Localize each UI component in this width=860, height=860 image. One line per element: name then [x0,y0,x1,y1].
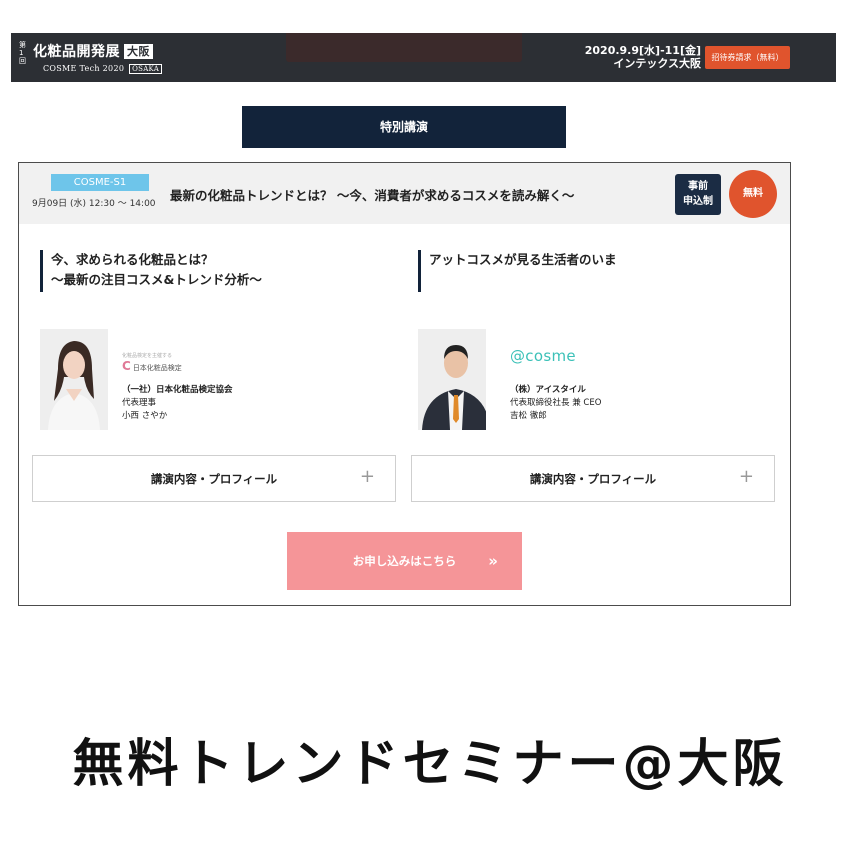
profile-accordion-2[interactable]: 講演内容・プロフィール + [411,455,775,502]
expo-subtitle-name: COSME Tech 2020 [43,64,125,73]
speaker-info-1: （一社）日本化粧品検定協会 代表理事 小西 さやか [122,384,233,423]
speaker-name-2: 吉松 徹郎 [510,411,547,421]
speaker-info-2: （株）アイスタイル 代表取締役社長 兼 CEO 吉松 徹郎 [510,384,601,423]
profile-accordion-2-label: 講演内容・プロフィール [529,472,657,486]
speaker-photo-2-image [418,329,486,430]
talk-title-2-line1: アットコスメが見る生活者のいま [429,252,617,267]
edition-tag: 第1回 [19,41,26,65]
apply-button-label: お申し込みはこちら [352,554,457,568]
speaker-photo-2 [418,329,486,430]
registration-badge-line2: 申込制 [683,196,713,207]
section-title: 特別講演 [242,106,566,148]
org-logo-2: @cosme [510,347,576,365]
org-logo-1-tagline: 化粧品検定を主催する [122,353,173,359]
event-header: 第1回 化粧品開発展 大阪 COSME Tech 2020 OSAKA 2020.… [11,33,836,82]
expo-subtitle-city: OSAKA [129,64,163,74]
speaker-photo-1-image [40,329,108,430]
event-venue: インテックス大阪 [613,57,701,70]
apply-button[interactable]: お申し込みはこちら » [287,532,522,590]
event-date: 2020.9.9[水]-11[金] インテックス大阪 [571,44,701,70]
expo-subtitle: COSME Tech 2020 OSAKA [43,64,163,74]
profile-accordion-1[interactable]: 講演内容・プロフィール + [32,455,396,502]
session-card: COSME-S1 9月09日 (水) 12:30 ～ 14:00 最新の化粧品ト… [18,162,791,606]
expo-name[interactable]: 化粧品開発展 大阪 [33,41,153,61]
registration-badge: 事前 申込制 [675,174,721,215]
session-header: COSME-S1 9月09日 (水) 12:30 ～ 14:00 最新の化粧品ト… [19,163,790,224]
speaker-role-2: 代表取締役社長 兼 CEO [510,398,602,408]
session-title: 最新の化粧品トレンドとは？ ～今、消費者が求めるコスメを読み解く～ [170,188,575,203]
speaker-photo-1 [40,329,108,430]
expo-title: 化粧品開発展 [33,44,120,60]
event-date-text: 2020.9.9[水]-11[金] [584,44,701,57]
session-code-badge: COSME-S1 [51,174,149,191]
plus-icon[interactable]: + [739,466,754,487]
org-logo-1: 化粧品検定を主催する C 日本化粧品検定 [122,352,182,373]
speaker-role-1: 代表理事 [122,398,157,408]
free-badge: 無料 [729,170,777,218]
session-datetime: 9月09日 (水) 12:30 ～ 14:00 [32,199,156,209]
plus-icon[interactable]: + [360,466,375,487]
org-logo-1-text: 日本化粧品検定 [132,364,182,372]
header-dark-tab[interactable] [286,33,522,62]
org-logo-1-mark: C [122,359,131,373]
ticket-request-button[interactable]: 招待券請求（無料） [705,46,790,69]
caption-text: 無料トレンドセミナー@大阪 [72,735,788,794]
chevron-right-icon: » [488,552,498,570]
speaker-name-1: 小西 さやか [122,411,168,421]
talk-title-1-line1: 今、求められる化粧品とは？ [51,252,214,267]
profile-accordion-1-label: 講演内容・プロフィール [150,472,278,486]
speaker-org-2: （株）アイスタイル [510,385,586,395]
talk-title-2: アットコスメが見る生活者のいま [418,250,617,292]
city-badge: 大阪 [124,44,153,59]
talk-title-1-line2: ～最新の注目コスメ&トレンド分析～ [51,272,262,287]
speaker-org-1: （一社）日本化粧品検定協会 [122,385,233,395]
registration-badge-line1: 事前 [688,181,708,192]
talk-title-1: 今、求められる化粧品とは？ ～最新の注目コスメ&トレンド分析～ [40,250,262,292]
